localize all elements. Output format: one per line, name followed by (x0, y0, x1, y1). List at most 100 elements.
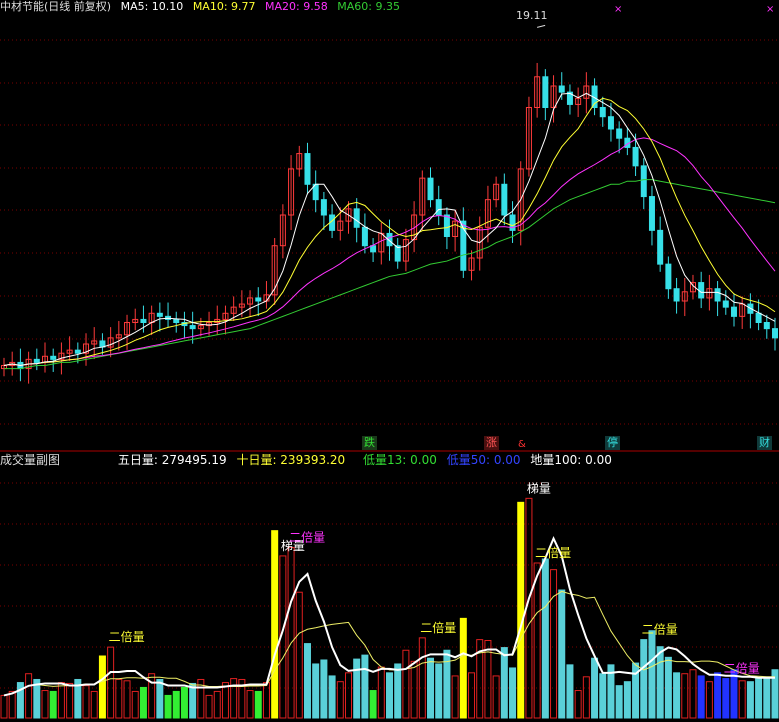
volume-bar (623, 681, 631, 719)
candle-body (763, 322, 770, 330)
volume-annotation-double: 二倍量 (109, 629, 145, 644)
candle-body (599, 107, 606, 118)
volume-bar (435, 663, 443, 719)
volume-bar (320, 659, 328, 719)
volume-bar (386, 672, 393, 719)
volume-bar (139, 686, 147, 719)
volume-bar (115, 678, 123, 719)
volume-bar (656, 646, 664, 719)
candle-body (156, 312, 163, 317)
volume-bar (443, 649, 451, 719)
volume-annotation-double: 二倍量 (642, 622, 678, 637)
volume-bar (303, 643, 311, 719)
subchart-header: 成交量副图 五日量: 279495.19 十日量: 239393.20 低量13… (0, 451, 618, 469)
volume-bar (353, 658, 361, 719)
corner-marker: × (614, 4, 622, 15)
candle-body (698, 282, 705, 299)
volume-bar (582, 676, 590, 719)
volume-bar (271, 530, 279, 719)
candle-body (189, 325, 196, 330)
event-marker-finance[interactable]: 财 (757, 436, 772, 450)
volume-bar (361, 654, 369, 719)
volume-bar (213, 690, 221, 719)
candle-body (772, 328, 778, 339)
volume-bar (164, 694, 172, 719)
event-marker-halt[interactable]: 停 (605, 436, 620, 450)
candle-body (640, 165, 647, 198)
volume-bar (763, 678, 771, 719)
candle-body (443, 214, 450, 237)
chart-canvas[interactable]: × ×二倍量梯量二倍量二倍量梯量二倍量二倍量二倍量 (0, 0, 779, 722)
volume-annotation-double: 二倍量 (535, 545, 571, 560)
volume-bar (394, 663, 402, 719)
candle-body (755, 312, 762, 323)
volume-bar (689, 669, 697, 719)
event-marker-fall[interactable]: 跌 (362, 436, 377, 450)
volume-annotation-ladder: 梯量 (527, 481, 551, 495)
ma20-legend: MA20: 9.58 (265, 0, 328, 13)
volume-bar (221, 682, 229, 719)
candle-body (616, 128, 623, 139)
candle-body (50, 355, 57, 360)
peak-pointer (537, 24, 546, 28)
candle-body (542, 76, 549, 108)
volume-bar (509, 667, 517, 719)
candle-body (607, 116, 614, 130)
volume-bar (500, 647, 508, 719)
volume-bar (369, 690, 377, 719)
volume-bar (558, 589, 566, 719)
volume-bar (615, 685, 623, 719)
volume-bar (189, 682, 197, 719)
volume-bar (336, 681, 344, 719)
volume-bar (697, 675, 705, 719)
volume-bar (566, 664, 574, 719)
ma10-legend: MA10: 9.77 (192, 0, 256, 13)
volume-annotation-double: 二倍量 (289, 530, 325, 545)
volume-bar (517, 501, 525, 719)
volume-bar (640, 639, 648, 719)
volume-bar (738, 680, 746, 719)
volume-bar (172, 690, 180, 719)
volume-bar (451, 675, 459, 719)
volume-bar (66, 682, 74, 719)
candle-body (370, 245, 377, 253)
candle-body (730, 306, 737, 317)
ten-day-volume: 十日量: 239393.20 (236, 453, 346, 467)
volume-bar (49, 690, 57, 719)
stock-chart-window: × × 二倍量 梯量 二倍量 二倍量 梯量 二倍量 二倍量 二倍量 中材节能(日线 前复权) MA… (0, 0, 779, 722)
candle-body (304, 153, 311, 185)
volume-bar (344, 672, 352, 719)
volume-bar (328, 675, 336, 719)
volume-bar (591, 657, 599, 719)
volume-bar (295, 591, 303, 719)
volume-bar (459, 617, 467, 719)
candle-body (657, 229, 664, 265)
volume-bar (574, 690, 582, 719)
event-marker-amp[interactable]: & (516, 438, 528, 452)
main-chart-header: 中材节能(日线 前复权) MA5: 10.10 MA10: 9.77 MA20:… (0, 0, 406, 14)
volume-bar (533, 562, 541, 719)
event-marker-rise[interactable]: 涨 (484, 436, 499, 450)
candle-body (501, 183, 508, 216)
candle-body (353, 208, 360, 228)
corner-marker: × (766, 4, 774, 15)
candle-body (673, 288, 680, 302)
candle-body (435, 199, 442, 216)
ma5-legend: MA5: 10.10 (120, 0, 184, 13)
subchart-title: 成交量副图 (0, 453, 61, 467)
stock-title: 中材节能(日线 前复权) (0, 0, 112, 13)
low-volume-13: 低量13: 0.00 (363, 453, 437, 467)
volume-bar (287, 547, 295, 719)
volume-bar (57, 682, 65, 719)
volume-bar (746, 681, 754, 719)
ma60-legend: MA60: 9.35 (337, 0, 400, 13)
candle-body (33, 358, 40, 363)
volume-bar (180, 686, 188, 719)
volume-bar (705, 681, 713, 719)
volume-bar (377, 666, 385, 719)
volume-bar (205, 694, 213, 719)
volume-bar (755, 677, 763, 719)
volume-bar (664, 656, 672, 719)
five-day-volume: 五日量: 279495.19 (117, 453, 227, 467)
volume-bar (156, 678, 164, 719)
